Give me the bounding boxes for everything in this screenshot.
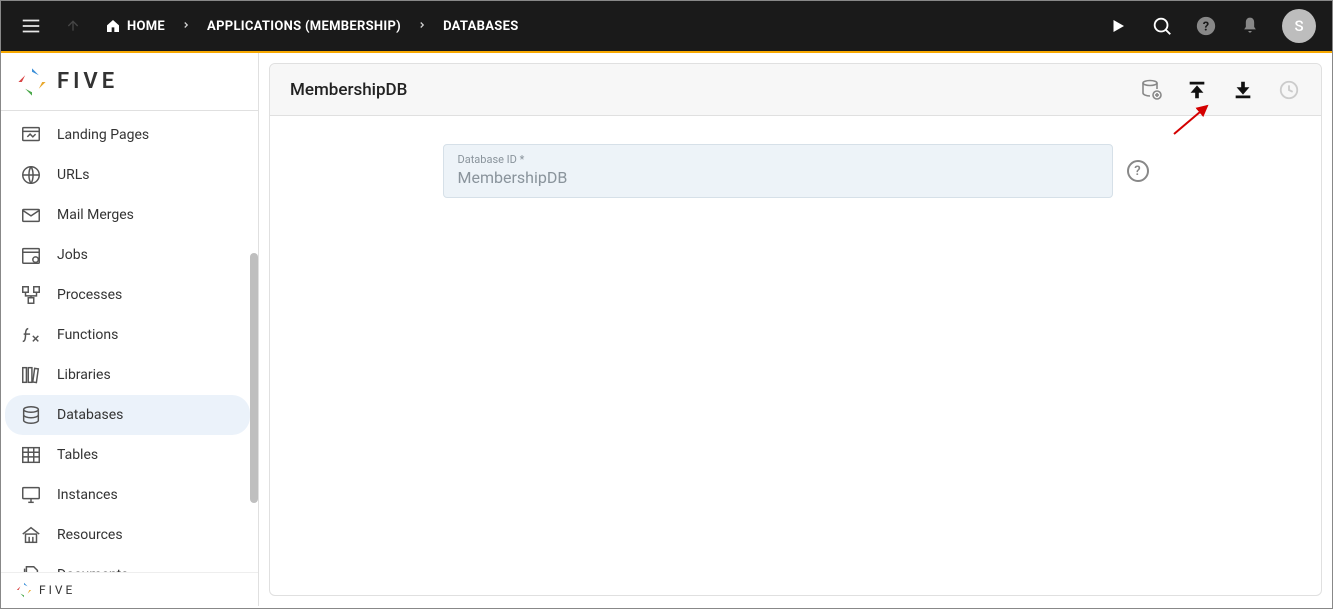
logo-label: FIVE <box>57 69 118 94</box>
monitor-icon <box>19 483 43 507</box>
sidebar-item-label: Mail Merges <box>57 207 134 223</box>
sidebar-item-jobs[interactable]: Jobs <box>5 235 250 275</box>
topbar: HOME APPLICATIONS (MEMBERSHIP) DATABASES… <box>1 1 1332 53</box>
sidebar-item-instances[interactable]: Instances <box>5 475 250 515</box>
bell-icon[interactable] <box>1238 14 1262 38</box>
download-icon[interactable] <box>1231 78 1255 102</box>
sidebar-item-urls[interactable]: URLs <box>5 155 250 195</box>
database-add-icon[interactable] <box>1139 78 1163 102</box>
avatar-initial: S <box>1294 17 1303 35</box>
sidebar-item-landing-pages[interactable]: Landing Pages <box>5 115 250 155</box>
play-icon[interactable] <box>1106 14 1130 38</box>
card-actions <box>1139 78 1301 102</box>
sidebar-item-libraries[interactable]: Libraries <box>5 355 250 395</box>
sidebar-item-label: URLs <box>57 167 89 183</box>
footer-logo: FIVE <box>1 572 258 606</box>
sidebar-item-label: Jobs <box>57 247 88 263</box>
mail-icon <box>19 203 43 227</box>
sidebar-item-tables[interactable]: Tables <box>5 435 250 475</box>
calendar-icon <box>19 243 43 267</box>
breadcrumb-home-label: HOME <box>127 19 165 34</box>
chevron-right-icon <box>181 19 191 34</box>
menu-icon[interactable] <box>17 12 45 40</box>
sidebar-item-label: Resources <box>57 527 123 543</box>
sidebar-item-label: Libraries <box>57 367 111 383</box>
body: FIVE Landing Pages URLs Mail Merges Jobs <box>1 53 1332 606</box>
sidebar-item-resources[interactable]: Resources <box>5 515 250 555</box>
chevron-right-icon <box>417 19 427 34</box>
breadcrumb-home[interactable]: HOME <box>101 12 169 40</box>
logo-icon <box>15 581 33 599</box>
globe-icon <box>19 163 43 187</box>
process-icon <box>19 283 43 307</box>
sidebar-item-mail-merges[interactable]: Mail Merges <box>5 195 250 235</box>
search-icon[interactable] <box>1150 14 1174 38</box>
database-icon <box>19 403 43 427</box>
breadcrumb-apps-label: APPLICATIONS (MEMBERSHIP) <box>207 19 401 34</box>
card-body: Database ID * MembershipDB ? <box>270 116 1321 226</box>
help-icon[interactable]: ? <box>1194 14 1218 38</box>
scrollbar[interactable] <box>250 253 258 503</box>
sidebar-item-label: Documents <box>57 567 128 572</box>
logo-icon <box>15 65 49 99</box>
database-id-field[interactable]: Database ID * MembershipDB <box>443 144 1113 198</box>
field-label: Database ID * <box>458 153 1098 166</box>
card-header: MembershipDB <box>270 64 1321 116</box>
breadcrumb-db-label: DATABASES <box>443 19 518 34</box>
sidebar-item-processes[interactable]: Processes <box>5 275 250 315</box>
content-card: MembershipDB <box>269 63 1322 596</box>
field-help-icon[interactable]: ? <box>1127 160 1149 182</box>
sidebar-item-label: Processes <box>57 287 122 303</box>
breadcrumb: HOME APPLICATIONS (MEMBERSHIP) DATABASES <box>101 12 523 40</box>
sidebar-item-databases[interactable]: Databases <box>5 395 250 435</box>
logo: FIVE <box>1 53 258 111</box>
sidebar-item-label: Landing Pages <box>57 127 149 143</box>
topbar-right: ? S <box>1106 9 1316 43</box>
table-icon <box>19 443 43 467</box>
main: MembershipDB <box>259 53 1332 606</box>
sidebar-item-documents[interactable]: Documents <box>5 555 250 572</box>
library-icon <box>19 363 43 387</box>
breadcrumb-apps[interactable]: APPLICATIONS (MEMBERSHIP) <box>203 13 405 40</box>
history-icon[interactable] <box>1277 78 1301 102</box>
footer-logo-label: FIVE <box>39 583 75 597</box>
sidebar-item-label: Instances <box>57 487 118 503</box>
home-icon <box>105 18 121 34</box>
sidebar: FIVE Landing Pages URLs Mail Merges Jobs <box>1 53 259 606</box>
up-arrow-icon <box>63 16 83 36</box>
sidebar-item-label: Functions <box>57 327 118 343</box>
sidebar-item-label: Tables <box>57 447 98 463</box>
landing-icon <box>19 123 43 147</box>
fx-icon <box>19 323 43 347</box>
svg-text:?: ? <box>1203 20 1209 35</box>
breadcrumb-databases[interactable]: DATABASES <box>439 13 522 40</box>
sidebar-item-functions[interactable]: Functions <box>5 315 250 355</box>
upload-icon[interactable] <box>1185 78 1209 102</box>
sidebar-item-label: Databases <box>57 407 123 423</box>
document-icon <box>19 563 43 572</box>
avatar[interactable]: S <box>1282 9 1316 43</box>
nav: Landing Pages URLs Mail Merges Jobs Proc… <box>1 111 258 572</box>
field-value: MembershipDB <box>458 168 1098 187</box>
page-title: MembershipDB <box>290 80 407 100</box>
resource-icon <box>19 523 43 547</box>
